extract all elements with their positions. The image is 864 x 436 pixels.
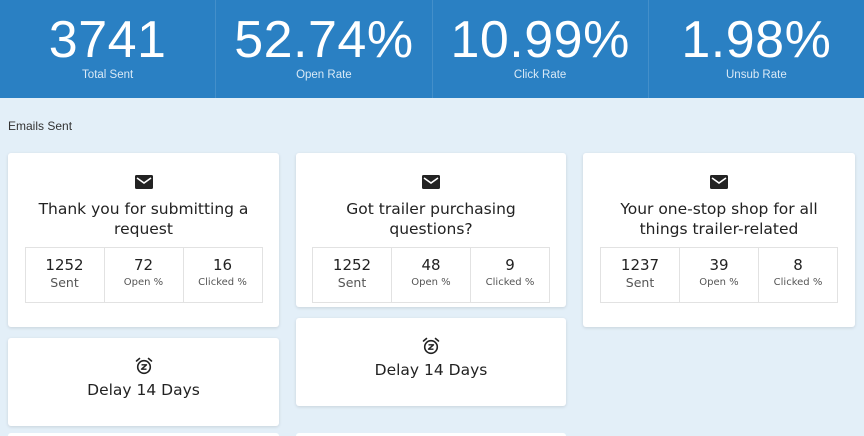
email-metrics: 1252 Sent 48 Open % 9 Clicked % — [312, 247, 550, 303]
metric-open: 48 Open % — [392, 248, 471, 302]
stat-label: Open Rate — [296, 69, 352, 81]
stat-label: Click Rate — [513, 69, 567, 81]
open-value: 39 — [709, 256, 729, 274]
stats-header: 3741 Total Sent 52.74% Open Rate 10.99% … — [0, 0, 864, 98]
open-value: 72 — [133, 256, 154, 274]
alarm-clock-snooze-icon — [422, 337, 440, 355]
delay-card[interactable]: Delay 14 Days — [296, 318, 566, 406]
delay-label: Delay 14 Days — [374, 361, 488, 379]
email-card[interactable]: Your one-stop shop for all things traile… — [583, 153, 855, 327]
sent-value: 1237 — [620, 256, 660, 274]
sent-label: Sent — [50, 275, 79, 290]
stat-label: Total Sent — [82, 69, 134, 81]
metric-open: 39 Open % — [680, 248, 759, 302]
metric-sent: 1237 Sent — [601, 248, 680, 302]
open-label: Open % — [123, 277, 164, 288]
open-label: Open % — [411, 277, 451, 288]
delay-label: Delay 14 Days — [87, 381, 200, 399]
metric-clicked: 8 Clicked % — [759, 248, 837, 302]
open-value: 48 — [421, 256, 441, 274]
metric-clicked: 16 Clicked % — [184, 248, 262, 302]
clicked-label: Clicked % — [773, 277, 823, 288]
open-label: Open % — [699, 277, 739, 288]
sent-label: Sent — [625, 275, 655, 290]
clicked-value: 16 — [212, 256, 233, 274]
email-subject: Your one-stop shop for all things traile… — [620, 200, 818, 238]
clicked-value: 8 — [793, 256, 803, 274]
section-title: Emails Sent — [8, 119, 73, 133]
stat-total-sent: 3741 Total Sent — [0, 0, 217, 98]
email-card[interactable]: Got trailer purchasing questions? 1252 S… — [296, 153, 566, 307]
stat-value: 52.74% — [234, 11, 414, 69]
sent-value: 1252 — [332, 256, 372, 274]
stat-value: 3741 — [48, 11, 167, 69]
clicked-label: Clicked % — [485, 277, 535, 288]
delay-card[interactable]: Delay 14 Days — [8, 338, 279, 426]
sent-value: 1252 — [45, 256, 84, 274]
envelope-icon — [134, 175, 153, 189]
email-metrics: 1237 Sent 39 Open % 8 Clicked % — [600, 247, 838, 303]
stat-value: 1.98% — [681, 11, 832, 69]
clicked-label: Clicked % — [198, 277, 247, 288]
stat-unsub-rate: 1.98% Unsub Rate — [649, 0, 864, 98]
email-metrics: 1252 Sent 72 Open % 16 Clicked % — [24, 247, 263, 303]
metric-sent: 1252 Sent — [26, 248, 105, 302]
metric-clicked: 9 Clicked % — [471, 248, 549, 302]
clicked-value: 9 — [505, 256, 515, 274]
email-subject: Got trailer purchasing questions? — [346, 200, 516, 238]
email-subject: Thank you for submitting a request — [38, 200, 249, 238]
metric-sent: 1252 Sent — [313, 248, 392, 302]
envelope-icon — [422, 175, 440, 189]
metric-open: 72 Open % — [105, 248, 184, 302]
email-card[interactable]: Thank you for submitting a request 1252 … — [8, 153, 279, 327]
envelope-icon — [710, 175, 728, 189]
stat-value: 10.99% — [450, 11, 630, 69]
alarm-clock-snooze-icon — [135, 357, 152, 375]
stat-click-rate: 10.99% Click Rate — [433, 0, 649, 98]
sent-label: Sent — [337, 275, 367, 290]
stat-open-rate: 52.74% Open Rate — [216, 0, 433, 98]
stat-label: Unsub Rate — [726, 69, 787, 81]
